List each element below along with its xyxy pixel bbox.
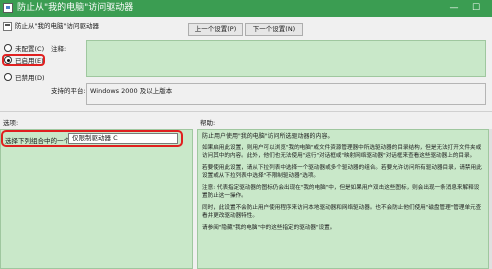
previous-setting-button[interactable]: 上一个设置(P) <box>188 23 243 36</box>
next-setting-button[interactable]: 下一个设置(N) <box>245 23 303 36</box>
divider <box>0 111 492 112</box>
radio-disabled-indicator[interactable] <box>4 73 12 81</box>
help-paragraph: 若要使用此设置，请从下拉列表中选择一个驱动器或多个驱动器的组合。若要允许访问所有… <box>202 165 482 179</box>
comment-label: 注释: <box>51 45 67 53</box>
policy-icon <box>3 22 12 31</box>
enabled-highlight <box>2 54 45 66</box>
platform-label: 支持的平台: <box>51 87 86 95</box>
platform-value-box: Windows 2000 及以上版本 <box>86 83 486 105</box>
help-paragraph: 注意: 代表指定驱动器的图标仍会出现在"我的电脑"中，但是如果用户双击这些图标，… <box>202 185 480 199</box>
radio-not-configured-label: 未配置(C) <box>15 45 45 53</box>
maximize-button[interactable]: ☐ <box>466 0 486 17</box>
radio-not-configured-indicator[interactable] <box>4 44 12 52</box>
window-title: 防止从"我的电脑"访问驱动器 <box>17 3 134 13</box>
option-highlight <box>1 130 183 147</box>
title-bar: 防止从"我的电脑"访问驱动器 — ☐ <box>0 0 492 17</box>
help-panel: 防止用户使用"我的电脑"访问所选驱动器的内容。 如果启用此设置，则用户可以浏览"… <box>197 129 489 269</box>
radio-disabled[interactable]: 已禁用(D) <box>4 72 45 82</box>
help-paragraph: 如果启用此设置，则用户可以浏览"我的电脑"或文件资源管理器中所选驱动器的目录结构… <box>202 145 482 159</box>
comment-textarea[interactable] <box>86 40 486 77</box>
radio-disabled-label: 已禁用(D) <box>15 74 45 82</box>
app-icon <box>3 3 13 13</box>
options-heading: 选项: <box>3 119 19 127</box>
radio-not-configured[interactable]: 未配置(C) <box>4 43 44 53</box>
help-paragraph: 同时，此设置不会防止用户使用程序来访问本地驱动器和网络驱动器。也不会防止他们使用… <box>202 205 482 219</box>
help-heading: 帮助: <box>200 119 216 127</box>
policy-name: 防止从"我的电脑"访问驱动器 <box>15 22 99 30</box>
options-panel <box>0 129 193 269</box>
help-paragraph: 请参阅"隐藏"我的电脑"中的这些指定的驱动器"设置。 <box>202 225 336 231</box>
platform-value: Windows 2000 及以上版本 <box>90 87 173 95</box>
minimize-button[interactable]: — <box>444 0 464 17</box>
help-paragraph: 防止用户使用"我的电脑"访问所选驱动器的内容。 <box>202 133 334 140</box>
